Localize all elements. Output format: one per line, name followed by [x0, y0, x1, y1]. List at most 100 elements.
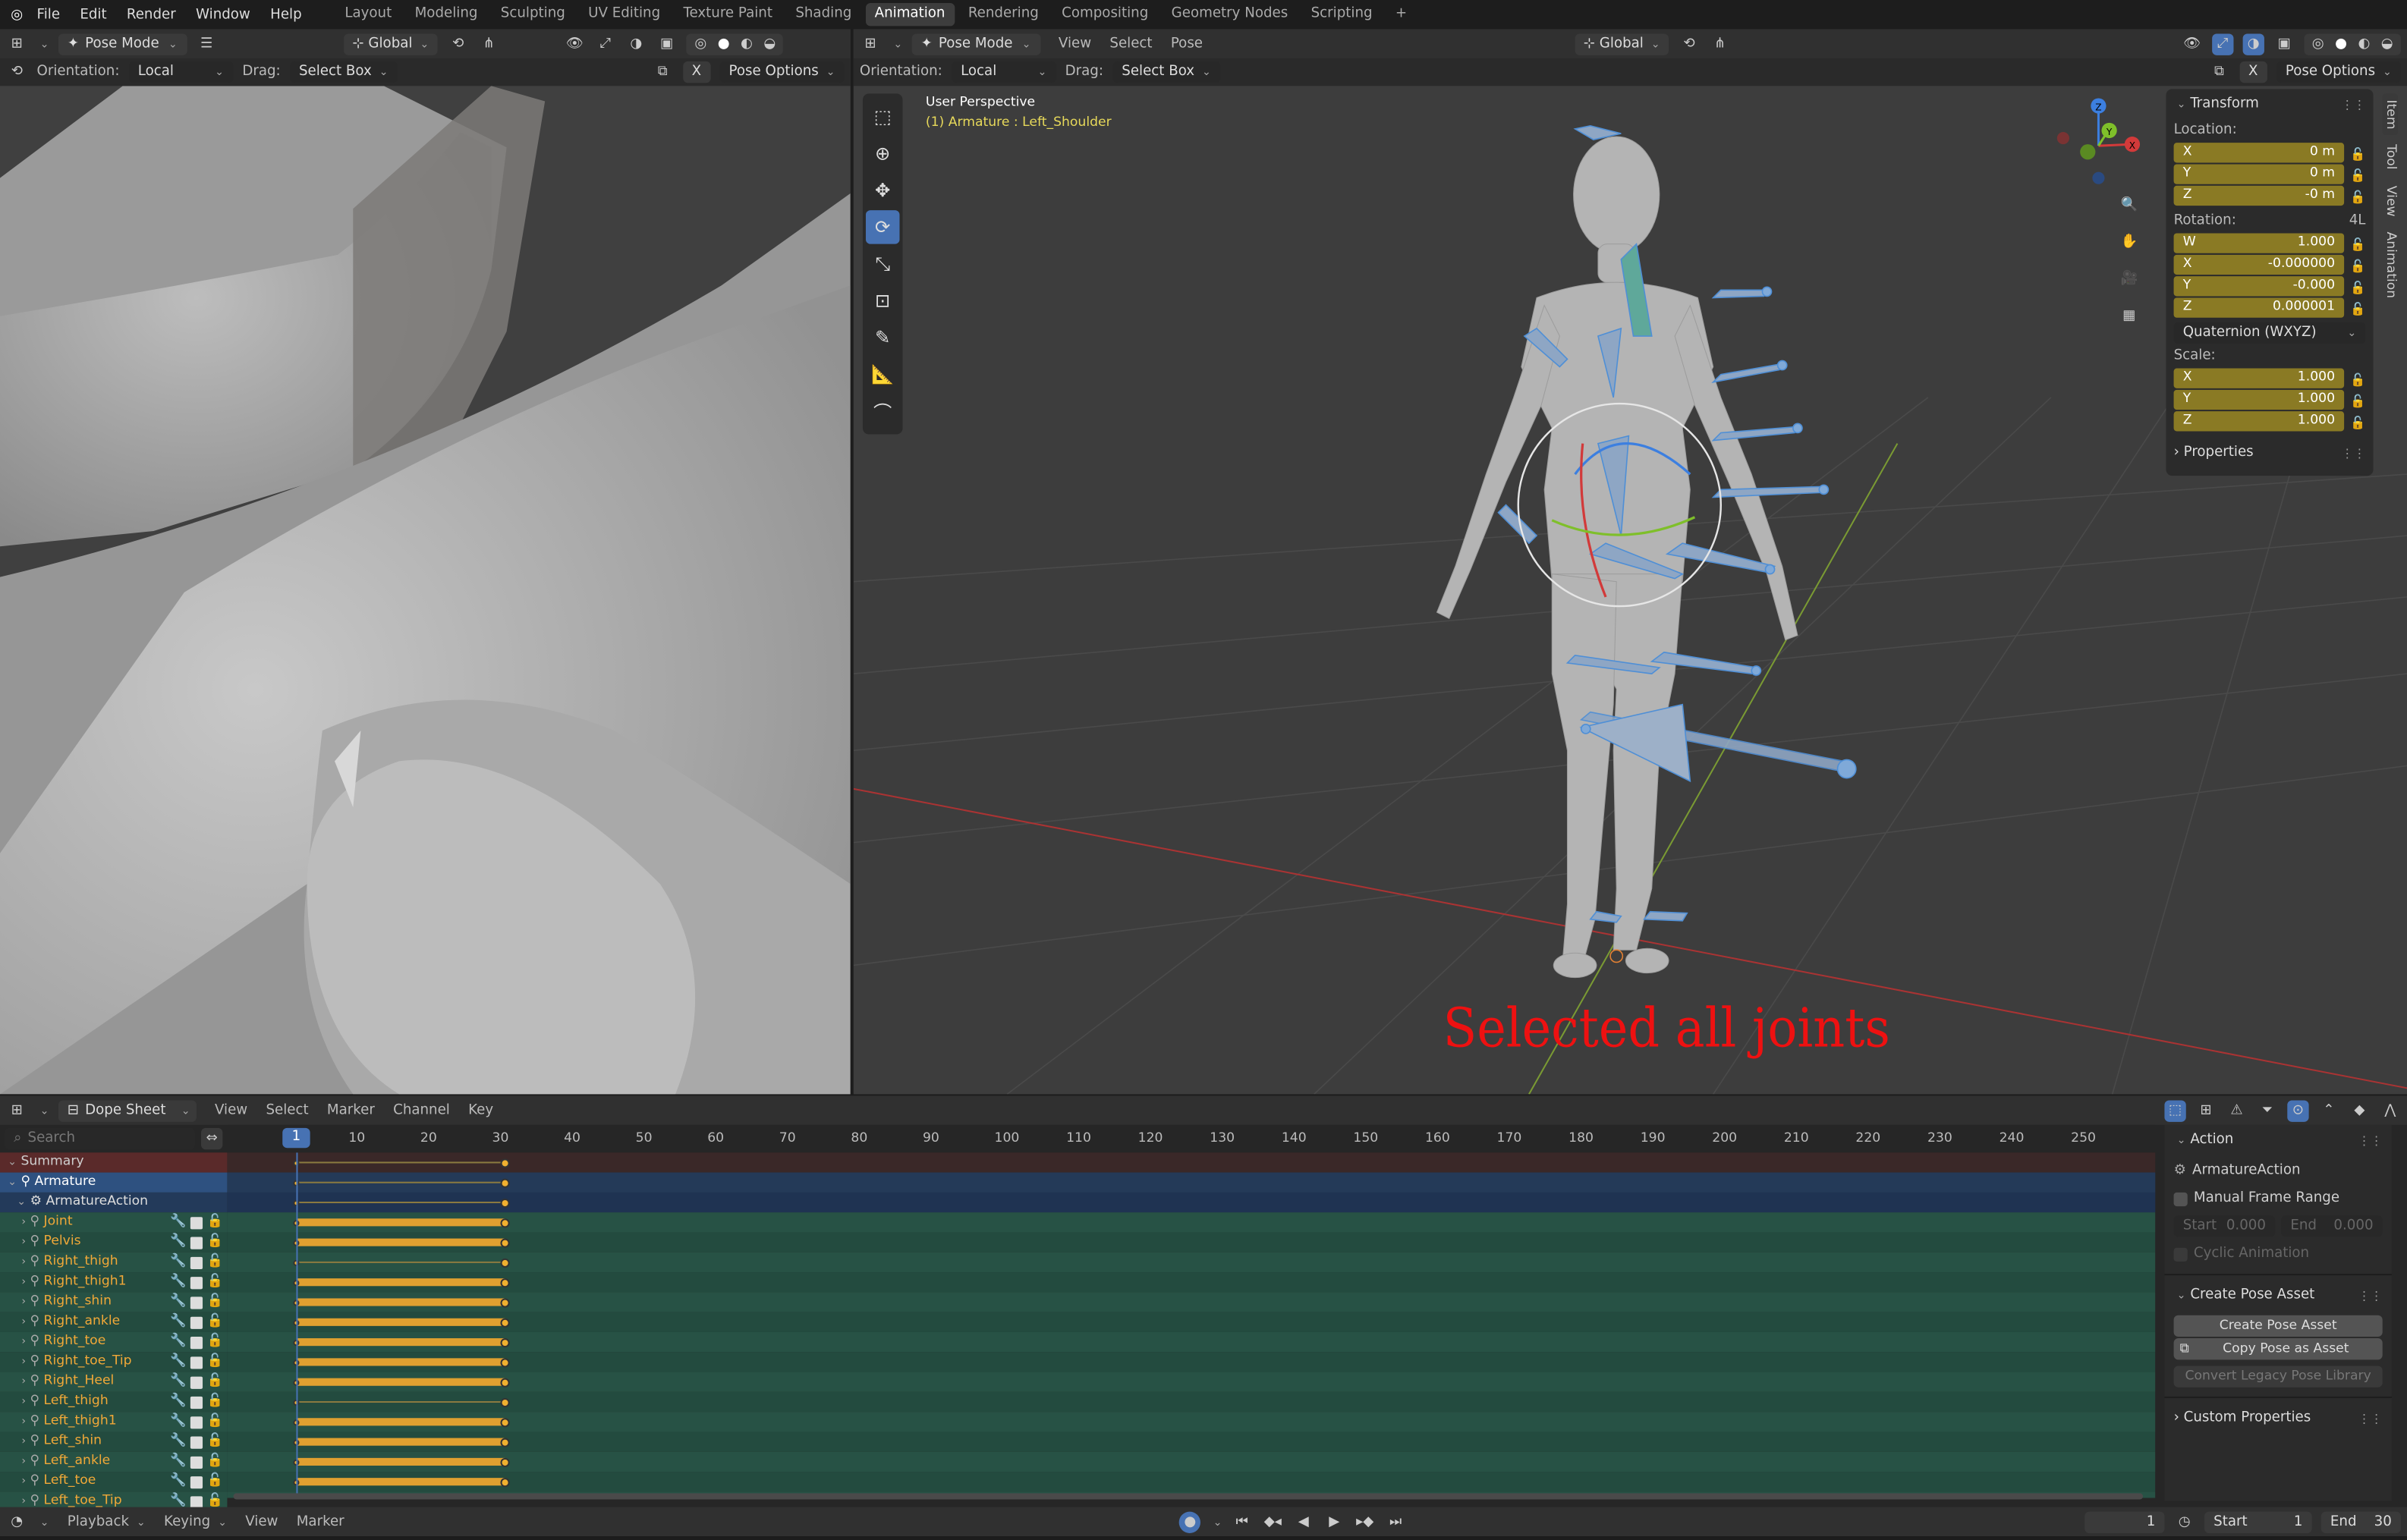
menu-marker[interactable]: Marker: [327, 1103, 375, 1118]
proportional-edit-icon[interactable]: ⊙: [2287, 1099, 2309, 1121]
dope-sheet-mode-dropdown[interactable]: ⊟ Dope Sheet ⌄: [58, 1099, 197, 1121]
menu-key[interactable]: Key: [468, 1103, 493, 1118]
menu-help[interactable]: Help: [270, 7, 302, 22]
modifier-icon[interactable]: 🔧: [170, 1372, 186, 1392]
mirror-icon[interactable]: ⧉: [652, 61, 673, 83]
keyframe-diamond[interactable]: [499, 1397, 509, 1407]
keyframe-type-icon[interactable]: ◆: [2349, 1099, 2370, 1120]
visibility-icon[interactable]: 👁: [564, 33, 585, 54]
keyframe-diamond[interactable]: [499, 1317, 509, 1327]
drag-dropdown[interactable]: Select Box ⌄: [1112, 61, 1220, 83]
lock-icon[interactable]: 🔓: [207, 1432, 223, 1451]
menu-select[interactable]: Select: [1109, 36, 1152, 52]
keyframe-diamond[interactable]: [499, 1177, 509, 1187]
tab-animation[interactable]: Animation: [865, 3, 955, 27]
bone-channel-row[interactable]: › ⚲ Right_Heel 🔧 🔓: [0, 1372, 228, 1392]
lock-icon[interactable]: 🔓: [2350, 190, 2365, 203]
rotation-x-field[interactable]: X -0.000000: [2173, 254, 2345, 275]
modifier-icon[interactable]: 🔧: [170, 1212, 186, 1232]
camera-icon[interactable]: 🎥: [2116, 266, 2143, 293]
scale-z-field[interactable]: Z 1.000: [2173, 411, 2345, 432]
menu-view[interactable]: View: [245, 1514, 278, 1529]
lock-icon[interactable]: 🔓: [207, 1392, 223, 1412]
keyframe-diamond[interactable]: [499, 1218, 509, 1227]
mute-checkbox[interactable]: [190, 1315, 203, 1328]
expand-icon[interactable]: ›: [21, 1392, 26, 1412]
gizmo-icon[interactable]: ⤢: [595, 33, 616, 54]
lock-icon[interactable]: 🔓: [2350, 280, 2365, 294]
modifier-icon[interactable]: 🔧: [170, 1472, 186, 1491]
mute-checkbox[interactable]: [190, 1236, 203, 1249]
lock-icon[interactable]: 🔓: [2350, 372, 2365, 386]
modifier-icon[interactable]: 🔧: [170, 1292, 186, 1312]
menu-pose[interactable]: Pose: [1171, 36, 1203, 52]
expand-icon[interactable]: ›: [21, 1372, 26, 1392]
keyframe-diamond[interactable]: [499, 1297, 509, 1307]
mute-checkbox[interactable]: [190, 1476, 203, 1488]
jump-start-icon[interactable]: ⏮: [1232, 1511, 1253, 1532]
keyframe-diamond[interactable]: [499, 1457, 509, 1466]
bone-channel-row[interactable]: › ⚲ Left_ankle 🔧 🔓: [0, 1451, 228, 1472]
expand-icon[interactable]: ›: [21, 1292, 26, 1312]
modifier-icon[interactable]: 🔧: [170, 1392, 186, 1412]
rendered-shading-icon[interactable]: ◒: [2377, 33, 2398, 54]
mute-checkbox[interactable]: [190, 1495, 203, 1508]
lock-icon[interactable]: 🔓: [207, 1292, 223, 1312]
interpolation-icon[interactable]: ⋀: [2380, 1099, 2401, 1120]
bone-channel-row[interactable]: › ⚲ Right_toe_Tip 🔧 🔓: [0, 1352, 228, 1372]
mute-checkbox[interactable]: [190, 1356, 203, 1369]
keyframe-diamond[interactable]: [499, 1417, 509, 1427]
cyclic-checkbox[interactable]: [2173, 1246, 2188, 1261]
lock-icon[interactable]: 🔓: [2350, 415, 2365, 429]
create-pose-asset-button[interactable]: Create Pose Asset: [2173, 1315, 2383, 1337]
mute-checkbox[interactable]: [190, 1296, 203, 1309]
menu-file[interactable]: File: [37, 7, 60, 22]
expand-icon[interactable]: ›: [21, 1432, 26, 1451]
solid-shading-icon[interactable]: ●: [2330, 33, 2352, 54]
modifier-icon[interactable]: 🔧: [170, 1452, 186, 1472]
add-workspace-button[interactable]: +: [1386, 3, 1417, 26]
mute-checkbox[interactable]: [190, 1336, 203, 1349]
drag-handle-icon[interactable]: ⋮⋮: [2341, 446, 2365, 460]
lock-icon[interactable]: 🔓: [2350, 302, 2365, 316]
pose-options-dropdown[interactable]: Pose Options ⌄: [719, 61, 845, 83]
mute-checkbox[interactable]: [190, 1395, 203, 1409]
keyframe-diamond[interactable]: [499, 1257, 509, 1267]
wireframe-shading-icon[interactable]: ◎: [690, 33, 711, 54]
rotation-mode-dropdown[interactable]: Quaternion (WXYZ) ⌄: [2173, 322, 2366, 344]
location-x-field[interactable]: X0 m: [2173, 143, 2345, 163]
zoom-icon[interactable]: 🔍: [2116, 192, 2143, 219]
expand-icon[interactable]: ›: [21, 1272, 26, 1292]
bone-channel-row[interactable]: › ⚲ Right_shin 🔧 🔓: [0, 1292, 228, 1312]
lock-icon[interactable]: 🔓: [207, 1332, 223, 1352]
menu-view[interactable]: View: [1059, 36, 1091, 52]
lock-icon[interactable]: 🔓: [207, 1232, 223, 1252]
grid-view-icon[interactable]: ▦: [2116, 303, 2143, 330]
tab-scripting[interactable]: Scripting: [1301, 3, 1381, 26]
keyframe-diamond[interactable]: [499, 1337, 509, 1347]
move-tool-icon[interactable]: ✥: [866, 174, 900, 208]
tab-animation[interactable]: Animation: [2383, 225, 2398, 304]
expand-icon[interactable]: ›: [21, 1232, 26, 1252]
menu-render[interactable]: Render: [127, 7, 176, 22]
lock-icon[interactable]: 🔓: [207, 1452, 223, 1472]
lock-icon[interactable]: 🔓: [207, 1372, 223, 1392]
current-frame-indicator[interactable]: 1: [282, 1127, 310, 1149]
snap-icon[interactable]: ⋔: [1709, 33, 1730, 54]
dope-sheet-scrollbar[interactable]: [233, 1493, 2144, 1500]
start-frame-field[interactable]: Start 1: [2204, 1510, 2312, 1532]
menu-window[interactable]: Window: [196, 7, 250, 22]
keyframe-diamond[interactable]: [499, 1158, 509, 1168]
pivot-icon[interactable]: ⟲: [448, 33, 469, 54]
material-shading-icon[interactable]: ◐: [2353, 33, 2374, 54]
location-y-field[interactable]: Y0 m: [2173, 164, 2345, 184]
armature-channel[interactable]: ⌄ ⚲ Armature: [0, 1172, 228, 1193]
modifier-icon[interactable]: 🔧: [170, 1252, 186, 1272]
bone-channel-row[interactable]: › ⚲ Left_shin 🔧 🔓: [0, 1432, 228, 1452]
orientation-dropdown[interactable]: Local ⌄: [951, 61, 1056, 83]
auto-keying-icon[interactable]: ●: [1179, 1510, 1201, 1532]
blender-logo-icon[interactable]: ◎: [6, 4, 27, 25]
expand-icon[interactable]: ›: [21, 1332, 26, 1352]
expand-icon[interactable]: ›: [21, 1312, 26, 1332]
mode-dropdown[interactable]: ✦ Pose Mode ⌄: [58, 33, 187, 55]
